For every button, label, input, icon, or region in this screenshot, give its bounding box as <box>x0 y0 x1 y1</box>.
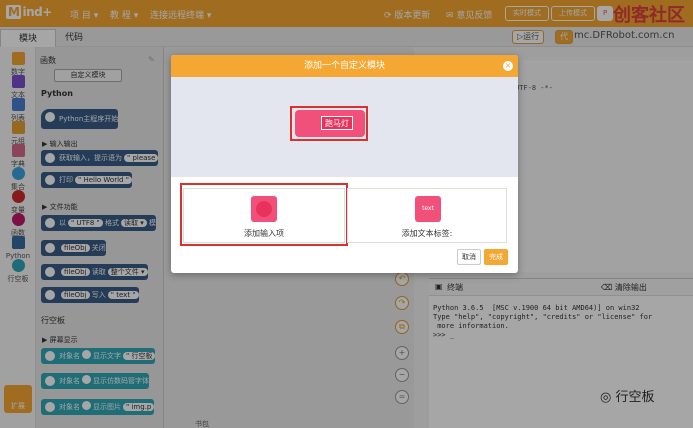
cancel-button[interactable]: 取消 <box>457 249 481 265</box>
block-preview-area: 跑马灯 <box>171 77 518 177</box>
highlight-frame-2 <box>180 183 348 246</box>
close-icon[interactable]: × <box>503 61 513 71</box>
add-text-label-option[interactable]: text 添加文本标签: <box>347 188 507 243</box>
text-label-icon: text <box>415 196 441 222</box>
done-button[interactable]: 完成 <box>484 249 508 265</box>
highlight-frame <box>290 106 368 141</box>
dialog-title: 添加一个自定义模块 <box>171 55 518 77</box>
custom-module-dialog: 添加一个自定义模块 × 跑马灯 添加输入项 text 添加文本标签: 取消 完成 <box>171 55 518 273</box>
